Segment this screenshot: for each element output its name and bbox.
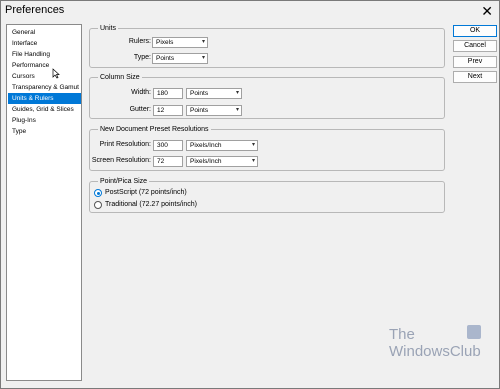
point-pica-group: Point/Pica Size PostScript (72 points/in… — [89, 177, 445, 213]
dialog-title: Preferences — [5, 4, 65, 16]
chevron-down-icon: ▾ — [251, 142, 255, 148]
chevron-down-icon: ▾ — [235, 107, 239, 113]
chevron-down-icon: ▾ — [251, 158, 255, 164]
traditional-radio[interactable] — [94, 201, 102, 209]
point-pica-legend: Point/Pica Size — [98, 177, 150, 186]
print-resolution-input[interactable]: 300 — [153, 140, 183, 151]
sidebar-item-units-rulers[interactable]: Units & Rulers — [8, 93, 81, 104]
preset-resolutions-legend: New Document Preset Resolutions — [98, 125, 211, 134]
column-size-group: Column Size Width: 180 Points ▾ Gutter: … — [89, 73, 445, 119]
prev-button[interactable]: Prev — [453, 56, 497, 68]
print-resolution-unit-select[interactable]: Pixels/Inch ▾ — [186, 140, 258, 151]
chevron-down-icon: ▾ — [201, 55, 205, 61]
close-icon[interactable]: ✕ — [481, 2, 493, 20]
screen-resolution-unit-value: Pixels/Inch — [190, 158, 222, 165]
title-bar: Preferences ✕ — [1, 1, 499, 21]
chevron-down-icon: ▾ — [235, 90, 239, 96]
units-group: Units Rulers: Pixels ▾ Type: Points ▾ — [89, 24, 445, 68]
sidebar-item-interface[interactable]: Interface — [8, 38, 81, 49]
type-select-value: Points — [156, 55, 175, 62]
sidebar-item-general[interactable]: General — [8, 27, 81, 38]
gutter-label: Gutter: — [129, 106, 151, 113]
sidebar-item-performance[interactable]: Performance — [8, 60, 81, 71]
sidebar-item-file-handling[interactable]: File Handling — [8, 49, 81, 60]
rulers-label: Rulers: — [128, 38, 151, 45]
preferences-dialog: Preferences ✕ General Interface File Han… — [0, 0, 500, 389]
postscript-radio[interactable] — [94, 189, 102, 197]
width-label: Width: — [131, 89, 151, 96]
rulers-select-value: Pixels — [156, 39, 174, 46]
ok-button[interactable]: OK — [453, 25, 497, 37]
postscript-radio-label: PostScript (72 points/inch) — [105, 189, 187, 196]
gutter-unit-value: Points — [190, 107, 209, 114]
sidebar-item-cursors[interactable]: Cursors — [8, 71, 81, 82]
screen-resolution-label: Screen Resolution: — [91, 157, 151, 164]
width-input[interactable]: 180 — [153, 88, 183, 99]
gutter-unit-select[interactable]: Points ▾ — [186, 105, 242, 116]
type-select[interactable]: Points ▾ — [152, 53, 208, 64]
width-unit-value: Points — [190, 90, 209, 97]
cancel-button[interactable]: Cancel — [453, 40, 497, 52]
units-legend: Units — [98, 24, 118, 33]
sidebar-item-guides-grid-slices[interactable]: Guides, Grid & Slices — [8, 104, 81, 115]
rulers-select[interactable]: Pixels ▾ — [152, 37, 208, 48]
width-unit-select[interactable]: Points ▾ — [186, 88, 242, 99]
print-resolution-unit-value: Pixels/Inch — [190, 142, 222, 149]
sidebar-item-type[interactable]: Type — [8, 126, 81, 137]
traditional-radio-label: Traditional (72.27 points/inch) — [105, 201, 197, 208]
screen-resolution-input[interactable]: 72 — [153, 156, 183, 167]
sidebar-item-transparency-gamut[interactable]: Transparency & Gamut — [8, 82, 81, 93]
type-label: Type: — [133, 54, 151, 61]
gutter-input[interactable]: 12 — [153, 105, 183, 116]
watermark-logo-icon — [467, 325, 481, 339]
watermark-line1: The — [389, 326, 415, 343]
print-resolution-label: Print Resolution: — [99, 141, 151, 148]
preset-resolutions-group: New Document Preset Resolutions Print Re… — [89, 125, 445, 171]
next-button[interactable]: Next — [453, 71, 497, 83]
chevron-down-icon: ▾ — [201, 39, 205, 45]
sidebar-item-plug-ins[interactable]: Plug-Ins — [8, 115, 81, 126]
watermark-line2: WindowsClub — [389, 343, 481, 360]
screen-resolution-unit-select[interactable]: Pixels/Inch ▾ — [186, 156, 258, 167]
preferences-category-list: General Interface File Handling Performa… — [6, 24, 82, 381]
mouse-pointer-icon — [52, 68, 60, 79]
column-size-legend: Column Size — [98, 73, 142, 82]
